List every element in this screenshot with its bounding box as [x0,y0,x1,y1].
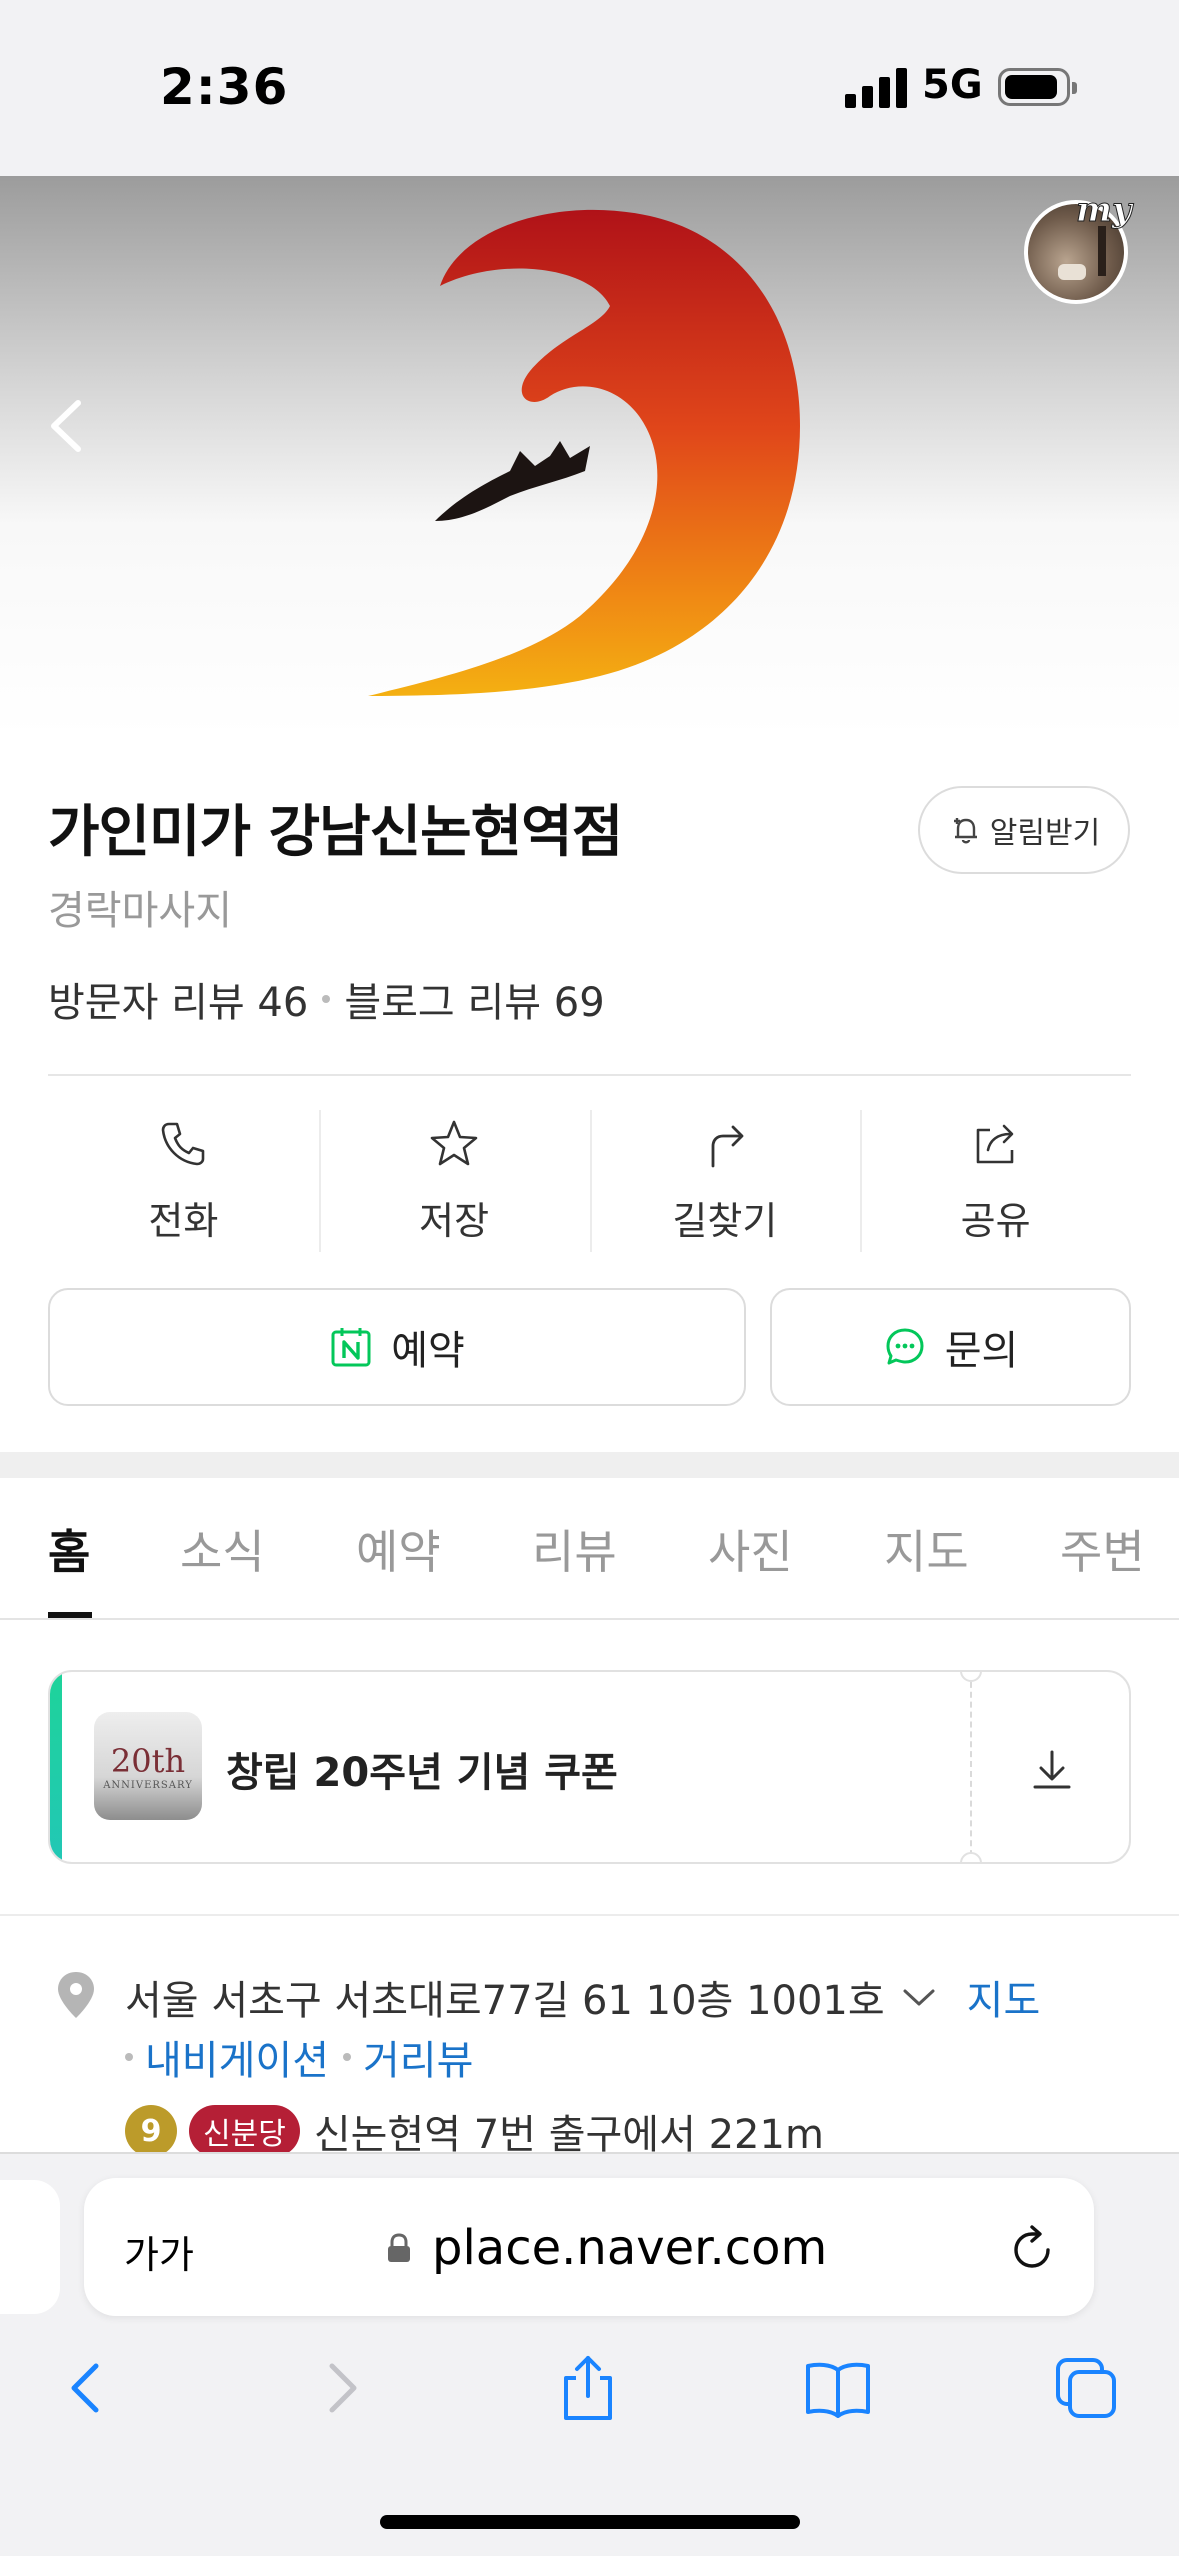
blog-review-link[interactable]: 블로그 리뷰 69 [344,970,604,1028]
coupon-thumb-subtitle: ANNIVERSARY [103,1780,193,1791]
subway-line-9-badge: 9 [125,2105,177,2157]
status-time: 2:36 [160,58,289,116]
cellular-signal-icon [845,68,907,108]
phone-icon [162,1122,205,1166]
lock-icon [388,2233,410,2262]
directions-icon [711,1125,744,1168]
naver-booking-calendar-icon [331,1328,371,1367]
reload-icon[interactable] [1004,2220,1060,2276]
back-arrow-icon[interactable] [40,391,100,461]
coupon-title: 창립 20주년 기념 쿠폰 [226,1750,618,1796]
back-nav-icon[interactable] [50,2352,122,2424]
action-bar: 전화 저장 길찾기 공유 [48,1110,1131,1252]
previous-tab-preview[interactable] [0,2180,60,2314]
tab-map[interactable]: 지도 [884,1516,969,1582]
subway-line-sinbundang-badge: 신분당 [189,2105,300,2157]
share-icon [976,1124,1013,1164]
inquiry-label: 문의 [944,1328,1019,1374]
separator-dot [322,995,331,1003]
address-text: 서울 서초구 서초대로77길 61 10층 1001호 [125,1978,885,2024]
url-text: place.naver.com [432,2220,828,2276]
star-icon [430,1120,478,1166]
call-button[interactable]: 전화 [48,1110,319,1252]
save-label: 저장 [419,1199,490,1243]
bell-plus-icon [953,818,977,844]
share-label: 공유 [960,1199,1031,1243]
tabs-icon[interactable] [1050,2352,1122,2424]
tab-photos[interactable]: 사진 [708,1516,793,1582]
visitor-review-link[interactable]: 방문자 리뷰 46 [48,970,308,1028]
directions-label: 길찾기 [672,1199,778,1243]
tab-bar: 홈 소식 예약 리뷰 사진 지도 주변 [0,1478,1179,1620]
download-icon [1033,1750,1070,1789]
separator-dot [125,2053,133,2061]
network-type: 5G [922,62,983,108]
tab-home[interactable]: 홈 [48,1516,90,1582]
browser-toolbar: 가가 place.naver.com [0,2152,1179,2556]
share-button[interactable]: 공유 [860,1110,1131,1252]
save-button[interactable]: 저장 [318,1110,590,1252]
tab-reviews[interactable]: 리뷰 [532,1516,617,1582]
address-bar[interactable]: 가가 place.naver.com [84,2178,1094,2316]
section-spacer [0,1452,1179,1478]
place-category: 경락마사지 [48,888,232,934]
call-label: 전화 [148,1199,219,1243]
my-badge: my [1076,190,1133,231]
divider [48,1074,1131,1076]
coupon-thumb-title: 20th [110,1742,186,1780]
address-row: 서울 서초구 서초대로77길 61 10층 1001호 지도 [125,1968,1040,2026]
share-sheet-icon[interactable] [552,2352,624,2424]
hero-banner [0,176,1179,738]
place-title: 가인미가 강남신논현역점 [48,800,623,865]
battery-icon [998,68,1077,106]
street-view-link[interactable]: 거리뷰 [363,2028,473,2086]
tab-news[interactable]: 소식 [180,1516,265,1582]
home-indicator[interactable] [380,2515,800,2529]
text-size-button[interactable]: 가가 [124,2224,194,2279]
divider [0,1914,1179,1916]
reserve-label: 예약 [391,1328,465,1374]
location-pin-icon [58,1972,94,2018]
directions-button[interactable]: 길찾기 [589,1110,861,1252]
coupon-accent-bar [50,1672,62,1862]
coupon-download-button[interactable] [970,1672,1129,1862]
chat-bubble-icon [886,1328,924,1365]
bookmarks-icon[interactable] [802,2352,874,2424]
review-summary: 방문자 리뷰 46 블로그 리뷰 69 [48,970,605,1028]
tab-reservation[interactable]: 예약 [356,1516,441,1582]
map-link[interactable]: 지도 [967,1968,1041,2026]
chevron-down-icon[interactable] [899,1982,939,2012]
tab-nearby[interactable]: 주변 [1060,1516,1145,1582]
separator-dot [343,2053,351,2061]
brand-logo-image [368,209,800,696]
alarm-subscribe-label: 알림받기 [989,816,1101,851]
inquiry-button[interactable]: 문의 [770,1288,1131,1406]
coupon-card[interactable]: 20th ANNIVERSARY 창립 20주년 기념 쿠폰 [48,1670,1131,1864]
navigation-link[interactable]: 내비게이션 [145,2028,329,2086]
status-bar: 2:36 5G [0,0,1179,176]
reserve-button[interactable]: 예약 [48,1288,746,1406]
coupon-thumbnail: 20th ANNIVERSARY [94,1712,202,1820]
forward-nav-icon[interactable] [306,2352,378,2424]
address-links: 내비게이션 거리뷰 [125,2028,473,2086]
active-tab-indicator [48,1612,92,1618]
alarm-subscribe-button[interactable]: 알림받기 [918,786,1130,874]
